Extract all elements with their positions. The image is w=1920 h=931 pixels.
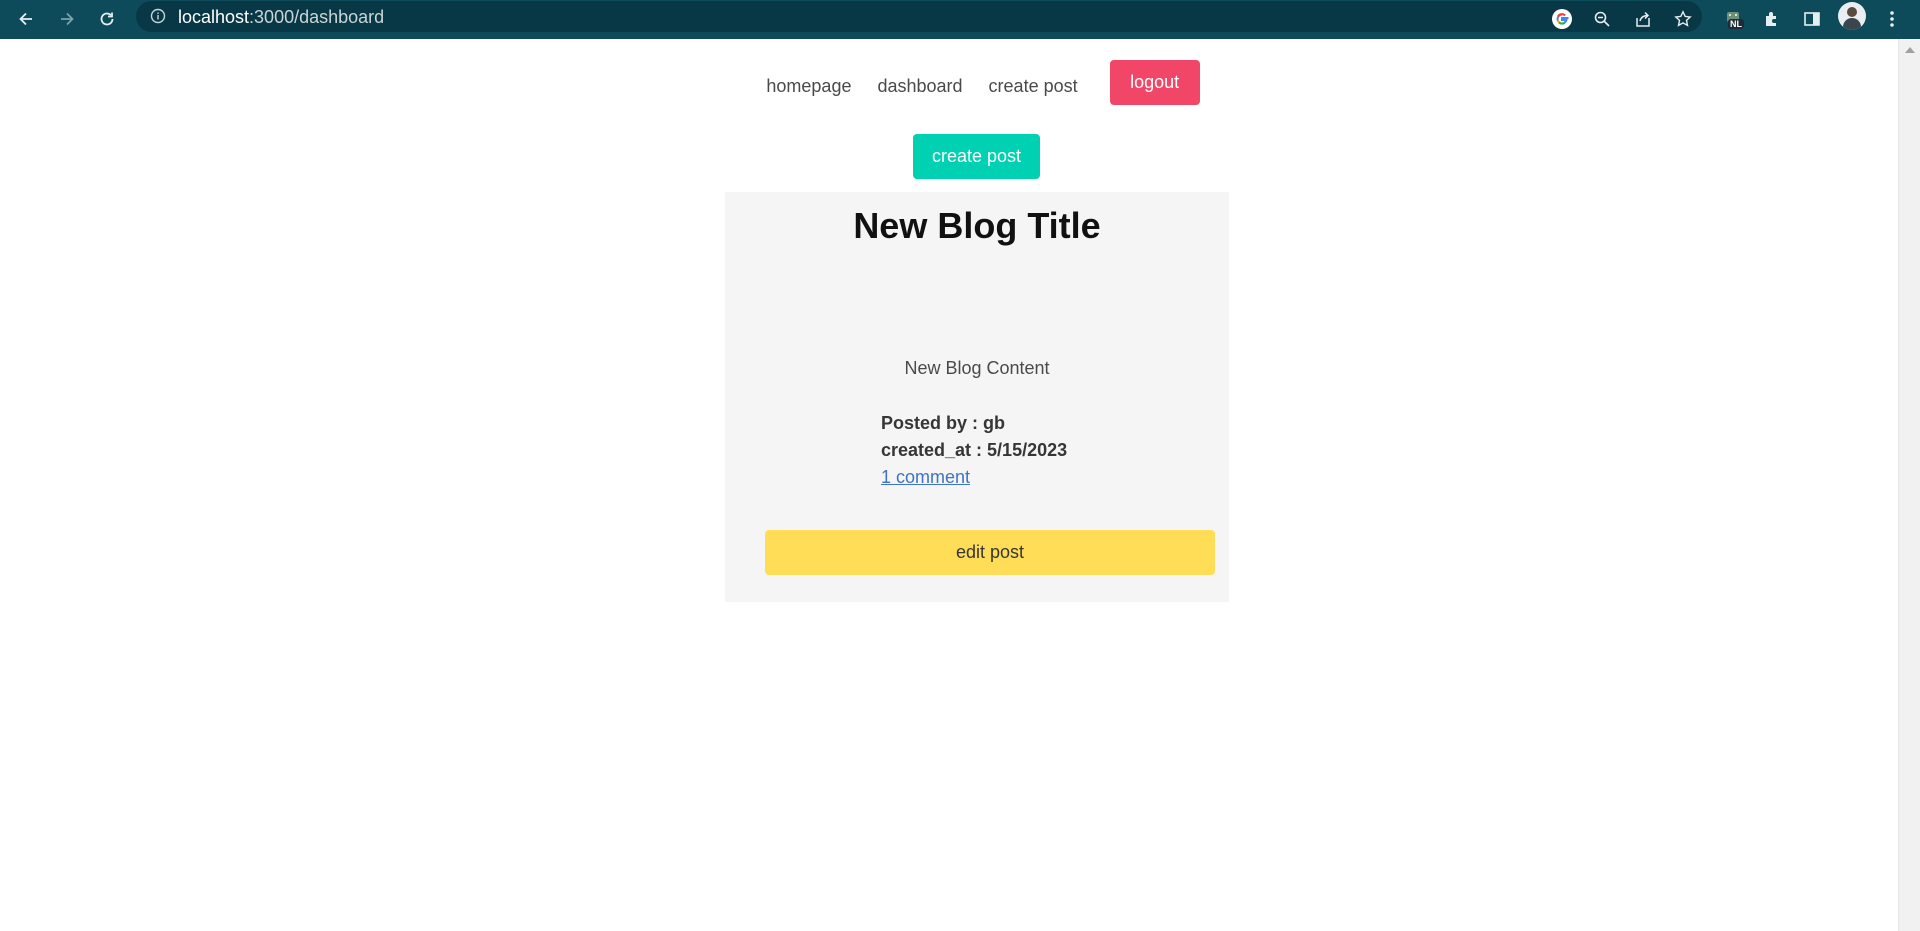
info-icon[interactable] bbox=[150, 8, 166, 29]
menu-icon[interactable] bbox=[1877, 4, 1907, 34]
scrollbar[interactable] bbox=[1898, 39, 1920, 931]
share-icon[interactable] bbox=[1628, 4, 1658, 34]
scroll-up-arrow-icon[interactable] bbox=[1905, 47, 1915, 53]
zoom-icon[interactable] bbox=[1587, 4, 1617, 34]
post-title: New Blog Title bbox=[853, 205, 1101, 246]
address-bar[interactable]: localhost:3000/dashboard bbox=[136, 1, 1702, 32]
extension-badge: NL bbox=[1728, 19, 1744, 29]
top-nav: homepage dashboard create post logout bbox=[0, 60, 1920, 105]
edit-post-button[interactable]: edit post bbox=[765, 530, 1215, 575]
url-host: localhost bbox=[178, 7, 250, 27]
puzzle-icon[interactable] bbox=[1757, 4, 1787, 34]
sidepanel-icon[interactable] bbox=[1797, 4, 1827, 34]
created-at: created_at : 5/15/2023 bbox=[881, 440, 1068, 460]
posted-by: Posted by : gb bbox=[881, 413, 1006, 433]
post-meta: Posted by : gb created_at : 5/15/2023 1 … bbox=[881, 410, 1067, 491]
nav-dashboard[interactable]: dashboard bbox=[864, 68, 975, 105]
browser-toolbar: localhost:3000/dashboard NL bbox=[0, 0, 1920, 39]
comments-link[interactable]: 1 comment bbox=[881, 467, 970, 487]
create-post-button[interactable]: create post bbox=[913, 134, 1040, 179]
forward-icon[interactable] bbox=[52, 4, 82, 34]
reload-icon[interactable] bbox=[92, 4, 122, 34]
avatar[interactable] bbox=[1838, 2, 1866, 30]
url-path: :3000/dashboard bbox=[249, 7, 385, 27]
url-text[interactable]: localhost:3000/dashboard bbox=[178, 7, 384, 28]
post-content: New Blog Content bbox=[904, 358, 1050, 378]
google-icon[interactable] bbox=[1547, 4, 1577, 34]
nav-create-post[interactable]: create post bbox=[976, 68, 1091, 105]
back-icon[interactable] bbox=[11, 4, 41, 34]
nav-homepage[interactable]: homepage bbox=[753, 68, 864, 105]
post-card: New Blog Title New Blog Content Posted b… bbox=[725, 192, 1229, 602]
logout-button[interactable]: logout bbox=[1109, 60, 1200, 105]
star-icon[interactable] bbox=[1668, 4, 1698, 34]
page: homepage dashboard create post logout cr… bbox=[0, 39, 1898, 931]
